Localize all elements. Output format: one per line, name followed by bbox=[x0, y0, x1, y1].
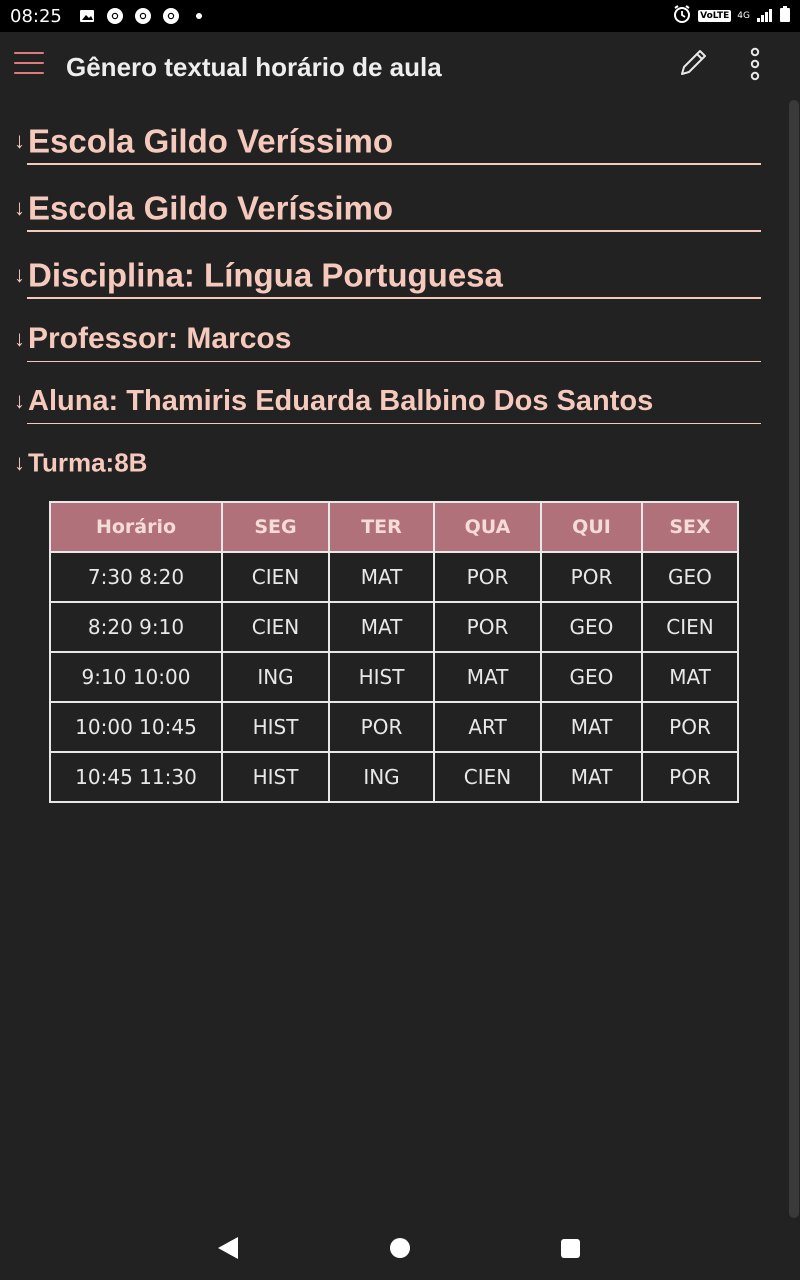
arrow-down-icon: ↓ bbox=[14, 262, 25, 288]
table-header-row: Horário SEG TER QUA QUI SEX bbox=[49, 501, 739, 553]
heading-text: Disciplina: Língua Portuguesa bbox=[28, 256, 503, 294]
table-row: 10:45 11:30 HIST ING CIEN MAT POR bbox=[49, 751, 739, 803]
system-nav-bar bbox=[0, 1218, 800, 1280]
table-row: 9:10 10:00 ING HIST MAT GEO MAT bbox=[49, 651, 739, 703]
arrow-down-icon: ↓ bbox=[14, 450, 25, 476]
table-cell: MAT bbox=[433, 651, 542, 703]
chrome-icon bbox=[106, 7, 124, 25]
schedule-table: Horário SEG TER QUA QUI SEX 7:30 8:20 CI… bbox=[49, 501, 739, 803]
image-icon bbox=[78, 7, 96, 25]
menu-icon[interactable] bbox=[14, 52, 44, 76]
heading-text: Professor: Marcos bbox=[28, 322, 292, 356]
heading-text: Escola Gildo Veríssimo bbox=[28, 189, 393, 227]
arrow-down-icon: ↓ bbox=[14, 388, 25, 414]
heading-subject: ↓Disciplina: Língua Portuguesa bbox=[14, 254, 774, 294]
table-cell: ART bbox=[433, 701, 542, 753]
chrome-icon bbox=[134, 7, 152, 25]
scrollbar[interactable] bbox=[789, 100, 799, 1218]
table-cell: CIEN bbox=[433, 751, 542, 803]
dot-icon bbox=[190, 7, 208, 25]
app-bar: Gênero textual horário de aula bbox=[0, 32, 800, 100]
heading-text: Turma:8B bbox=[28, 447, 148, 478]
column-header: QUA bbox=[433, 501, 542, 553]
heading-student: ↓ Aluna: Thamiris Eduarda Balbino Dos San… bbox=[14, 384, 774, 418]
table-cell: CIEN bbox=[221, 551, 330, 603]
home-icon[interactable] bbox=[390, 1238, 410, 1258]
table-cell: MAT bbox=[540, 751, 643, 803]
more-options-icon[interactable] bbox=[740, 46, 770, 82]
page-title: Gênero textual horário de aula bbox=[66, 52, 442, 82]
table-cell: POR bbox=[641, 701, 739, 753]
column-header: SEG bbox=[221, 501, 330, 553]
table-cell: ING bbox=[328, 751, 435, 803]
table-cell: 10:00 10:45 bbox=[49, 701, 223, 753]
table-cell: GEO bbox=[641, 551, 739, 603]
heading-text: Escola Gildo Veríssimo bbox=[28, 122, 393, 160]
divider bbox=[27, 163, 761, 165]
table-cell: POR bbox=[540, 551, 643, 603]
table-cell: POR bbox=[433, 601, 542, 653]
volte-badge: VoLTE bbox=[698, 10, 732, 22]
table-cell: 9:10 10:00 bbox=[49, 651, 223, 703]
column-header: TER bbox=[328, 501, 435, 553]
heading-school: ↓Escola Gildo Veríssimo bbox=[14, 187, 774, 227]
table-cell: 8:20 9:10 bbox=[49, 601, 223, 653]
table-cell: GEO bbox=[540, 601, 643, 653]
column-header: SEX bbox=[641, 501, 739, 553]
table-cell: CIEN bbox=[641, 601, 739, 653]
heading-class: ↓ Turma:8B bbox=[14, 446, 774, 479]
column-header: Horário bbox=[49, 501, 223, 553]
table-cell: CIEN bbox=[221, 601, 330, 653]
status-bar: 08:25 VoLTE 4G bbox=[0, 0, 800, 32]
table-row: 10:00 10:45 HIST POR ART MAT POR bbox=[49, 701, 739, 753]
table-cell: MAT bbox=[328, 551, 435, 603]
arrow-down-icon: ↓ bbox=[14, 195, 25, 221]
table-cell: POR bbox=[328, 701, 435, 753]
table-cell: ING bbox=[221, 651, 330, 703]
column-header: QUI bbox=[540, 501, 643, 553]
alarm-icon bbox=[672, 4, 692, 28]
recent-apps-icon[interactable] bbox=[561, 1239, 580, 1258]
table-cell: POR bbox=[433, 551, 542, 603]
divider bbox=[27, 230, 761, 232]
table-cell: 7:30 8:20 bbox=[49, 551, 223, 603]
chrome-icon bbox=[162, 7, 180, 25]
edit-pencil-icon[interactable] bbox=[676, 46, 710, 80]
heading-teacher: ↓ Professor: Marcos bbox=[14, 321, 774, 356]
back-icon[interactable] bbox=[218, 1237, 238, 1259]
table-cell: 10:45 11:30 bbox=[49, 751, 223, 803]
divider bbox=[27, 361, 761, 362]
table-cell: MAT bbox=[641, 651, 739, 703]
arrow-down-icon: ↓ bbox=[14, 326, 25, 352]
status-time: 08:25 bbox=[10, 5, 62, 27]
table-cell: MAT bbox=[540, 701, 643, 753]
table-row: 7:30 8:20 CIEN MAT POR POR GEO bbox=[49, 551, 739, 603]
divider bbox=[27, 423, 761, 424]
arrow-down-icon: ↓ bbox=[14, 128, 25, 154]
table-cell: GEO bbox=[540, 651, 643, 703]
signal-icon bbox=[756, 7, 774, 26]
network-type: 4G bbox=[737, 10, 750, 21]
table-cell: MAT bbox=[328, 601, 435, 653]
table-cell: HIST bbox=[221, 701, 330, 753]
table-cell: HIST bbox=[221, 751, 330, 803]
table-row: 8:20 9:10 CIEN MAT POR GEO CIEN bbox=[49, 601, 739, 653]
divider bbox=[27, 297, 761, 299]
battery-icon bbox=[780, 6, 790, 26]
heading-school: ↓Escola Gildo Veríssimo bbox=[14, 120, 774, 160]
table-cell: HIST bbox=[328, 651, 435, 703]
table-cell: POR bbox=[641, 751, 739, 803]
heading-text: Aluna: Thamiris Eduarda Balbino Dos Sant… bbox=[28, 384, 654, 417]
